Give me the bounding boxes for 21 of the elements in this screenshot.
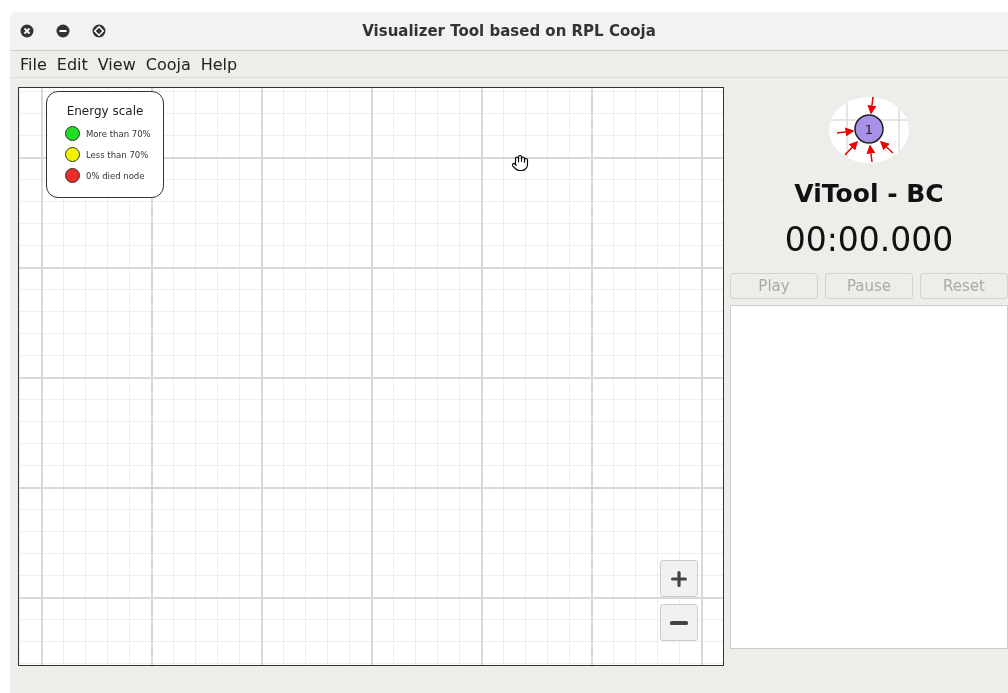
minus-icon [670,620,688,625]
hand-cursor-icon [511,154,529,172]
menu-item[interactable]: File [16,54,51,74]
minimize-icon[interactable] [56,24,70,38]
legend-label: More than 70% [86,128,151,139]
menu-item[interactable]: View [93,54,140,74]
menu-item[interactable]: Help [196,54,242,74]
legend-title: Energy scale [66,104,144,118]
maximize-icon[interactable] [92,24,106,38]
zoom-in-button[interactable] [660,560,698,597]
logo-drawing: 1 [827,95,911,165]
network-map[interactable]: Energy scale More than 70% Less than 70% 0% died node [18,87,724,666]
menu-item[interactable]: Cooja [141,54,195,74]
zoom-out-button[interactable] [660,604,698,641]
menu-item[interactable]: Edit [52,54,92,74]
close-icon[interactable] [20,24,34,38]
timer: 00:00.000 [784,220,954,259]
legend-label: 0% died node [86,170,145,181]
app-name: ViTool - BC [794,179,944,208]
window-title: Visualizer Tool based on RPL Cooja [362,22,656,40]
legend-label: Less than 70% [86,149,149,160]
